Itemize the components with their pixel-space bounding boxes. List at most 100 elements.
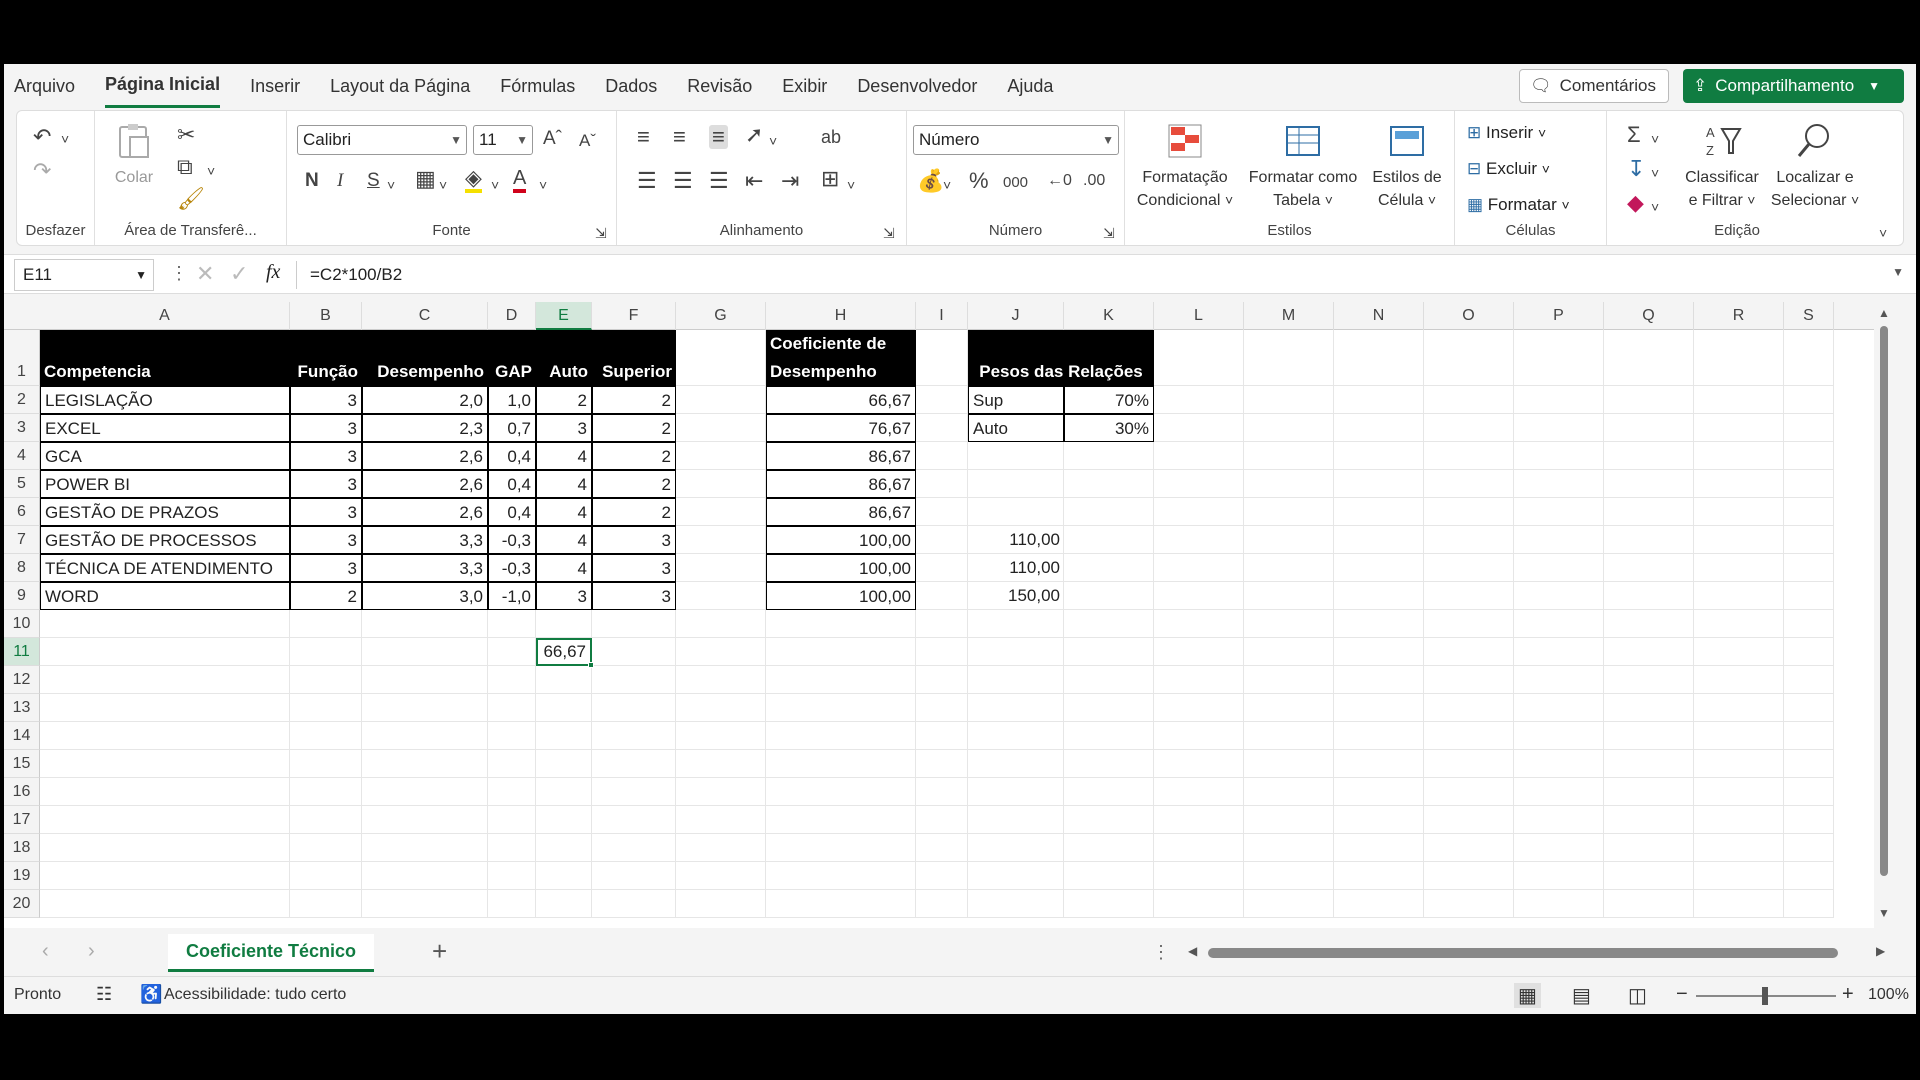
value-cell[interactable]: 0,4 xyxy=(488,470,536,498)
value-cell[interactable]: 2,6 xyxy=(362,498,488,526)
column-header-g[interactable]: G xyxy=(676,302,766,330)
scroll-right-icon[interactable]: ▶ xyxy=(1876,944,1885,958)
column-header-a[interactable]: A xyxy=(40,302,290,330)
sheet-tab-coeficiente[interactable]: Coeficiente Técnico xyxy=(168,934,374,972)
font-grow-icon[interactable]: Aˆ xyxy=(543,127,562,151)
value-cell[interactable]: 3,3 xyxy=(362,526,488,554)
currency-icon[interactable]: 💰 xyxy=(917,169,944,193)
accessibility-icon[interactable]: ♿ xyxy=(140,984,162,1005)
j-value-cell[interactable]: 110,00 xyxy=(968,526,1064,554)
row-header-18[interactable]: 18 xyxy=(4,834,40,862)
comments-button[interactable]: 🗨 Comentários xyxy=(1519,69,1669,103)
value-cell[interactable]: 2 xyxy=(290,582,362,610)
tab-ajuda[interactable]: Ajuda xyxy=(1007,64,1053,108)
value-cell[interactable]: 4 xyxy=(536,554,592,582)
copy-icon[interactable]: ⧉ xyxy=(177,155,193,179)
undo-icon[interactable]: ↶ xyxy=(33,125,51,149)
column-header-e[interactable]: E xyxy=(536,302,592,330)
coef-header-cell[interactable]: Coeficiente de Desempenho xyxy=(766,330,916,386)
cut-icon[interactable]: ✂ xyxy=(177,123,195,147)
coef-value-cell[interactable]: 76,67 xyxy=(766,414,916,442)
italic-button[interactable]: I xyxy=(337,169,343,193)
coef-value-cell[interactable]: 86,67 xyxy=(766,442,916,470)
weight-label-cell[interactable]: Auto xyxy=(968,414,1064,442)
value-cell[interactable]: 2,0 xyxy=(362,386,488,414)
chevron-down-icon[interactable]: ˅ xyxy=(943,173,951,197)
j-value-cell[interactable]: 150,00 xyxy=(968,582,1064,610)
chevron-down-icon[interactable]: ˅ xyxy=(769,129,777,153)
chevron-down-icon[interactable]: ▼ xyxy=(1868,79,1880,93)
bold-button[interactable]: N xyxy=(305,169,319,193)
table-header-cell[interactable]: Auto xyxy=(536,330,592,386)
value-cell[interactable]: 3,3 xyxy=(362,554,488,582)
competencia-cell[interactable]: TÉCNICA DE ATENDIMENTO xyxy=(40,554,290,582)
sort-filter-button[interactable]: AZ Classificar e Filtrar ˅ xyxy=(1679,121,1765,212)
value-cell[interactable]: 3 xyxy=(290,442,362,470)
insert-function-button[interactable]: fx xyxy=(266,261,280,284)
macro-record-icon[interactable]: ☷ xyxy=(96,984,112,1005)
value-cell[interactable]: 2 xyxy=(592,498,676,526)
row-header-19[interactable]: 19 xyxy=(4,862,40,890)
column-header-l[interactable]: L xyxy=(1154,302,1244,330)
table-header-cell[interactable]: GAP xyxy=(488,330,536,386)
competencia-cell[interactable]: LEGISLAÇÃO xyxy=(40,386,290,414)
row-header-1[interactable]: 1 xyxy=(4,330,40,386)
value-cell[interactable]: 2 xyxy=(536,386,592,414)
align-right-icon[interactable]: ☰ xyxy=(709,169,729,193)
value-cell[interactable]: 0,7 xyxy=(488,414,536,442)
tab-layout[interactable]: Layout da Página xyxy=(330,64,470,108)
column-header-k[interactable]: K xyxy=(1064,302,1154,330)
scroll-down-icon[interactable]: ▼ xyxy=(1878,906,1890,920)
value-cell[interactable]: -1,0 xyxy=(488,582,536,610)
row-header-16[interactable]: 16 xyxy=(4,778,40,806)
value-cell[interactable]: 3 xyxy=(592,526,676,554)
align-top-icon[interactable]: ≡ xyxy=(637,125,650,149)
align-middle-icon[interactable]: ≡ xyxy=(673,125,686,149)
chevron-down-icon[interactable]: ˅ xyxy=(1651,161,1659,185)
value-cell[interactable]: -0,3 xyxy=(488,554,536,582)
row-header-2[interactable]: 2 xyxy=(4,386,40,414)
scroll-up-icon[interactable]: ▲ xyxy=(1878,306,1890,320)
conditional-formatting-button[interactable]: Formatação Condicional ˅ xyxy=(1131,121,1239,212)
normal-view-icon[interactable]: ▦ xyxy=(1514,983,1541,1008)
page-break-icon[interactable]: ◫ xyxy=(1628,983,1647,1008)
table-header-cell[interactable]: Competencia xyxy=(40,330,290,386)
align-center-icon[interactable]: ☰ xyxy=(673,169,693,193)
value-cell[interactable]: 2 xyxy=(592,470,676,498)
share-button[interactable]: ⇪ Compartilhamento ▼ xyxy=(1683,69,1904,103)
formula-input[interactable]: =C2*100/B2 xyxy=(310,255,402,295)
column-header-s[interactable]: S xyxy=(1784,302,1834,330)
horizontal-scroll-thumb[interactable] xyxy=(1208,948,1838,958)
dialog-launcher-icon[interactable]: ⇲ xyxy=(883,221,895,245)
chevron-down-icon[interactable]: ˅ xyxy=(1651,127,1659,151)
horizontal-scrollbar[interactable]: ◀ ▶ xyxy=(1184,942,1894,966)
value-cell[interactable]: 2 xyxy=(592,386,676,414)
weight-value-cell[interactable]: 30% xyxy=(1064,414,1154,442)
table-header-cell[interactable]: Desempenho xyxy=(362,330,488,386)
more-icon[interactable]: ⋮ xyxy=(170,263,188,284)
value-cell[interactable]: 0,4 xyxy=(488,498,536,526)
chevron-down-icon[interactable]: ˅ xyxy=(207,159,215,183)
value-cell[interactable]: 3 xyxy=(592,582,676,610)
chevron-down-icon[interactable]: ˅ xyxy=(439,173,447,197)
value-cell[interactable]: 2,3 xyxy=(362,414,488,442)
coef-value-cell[interactable]: 86,67 xyxy=(766,470,916,498)
row-header-14[interactable]: 14 xyxy=(4,722,40,750)
competencia-cell[interactable]: GESTÃO DE PROCESSOS xyxy=(40,526,290,554)
column-header-f[interactable]: F xyxy=(592,302,676,330)
coef-value-cell[interactable]: 66,67 xyxy=(766,386,916,414)
clear-icon[interactable]: ◆ xyxy=(1627,191,1644,215)
weight-label-cell[interactable]: Sup xyxy=(968,386,1064,414)
row-header-12[interactable]: 12 xyxy=(4,666,40,694)
font-size-select[interactable]: 11 ▼ xyxy=(473,125,533,155)
value-cell[interactable]: 3,0 xyxy=(362,582,488,610)
j-value-cell[interactable]: 110,00 xyxy=(968,554,1064,582)
coef-value-cell[interactable]: 100,00 xyxy=(766,582,916,610)
value-cell[interactable]: -0,3 xyxy=(488,526,536,554)
active-cell[interactable]: 66,67 xyxy=(536,638,592,666)
dialog-launcher-icon[interactable]: ⇲ xyxy=(1103,221,1115,245)
orientation-icon[interactable]: ➚ xyxy=(745,123,763,147)
redo-icon[interactable]: ↷ xyxy=(33,159,51,183)
column-header-p[interactable]: P xyxy=(1514,302,1604,330)
align-bottom-icon[interactable]: ≡ xyxy=(709,125,728,149)
